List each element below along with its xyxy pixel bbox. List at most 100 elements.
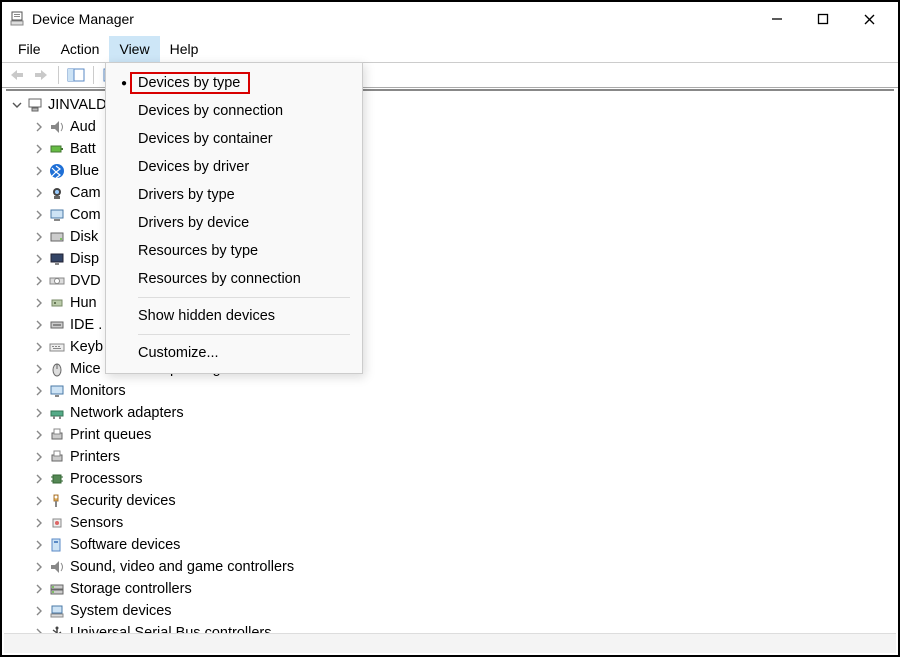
network-icon [48, 404, 66, 422]
tree-item-label: Com [70, 204, 101, 226]
system-icon [48, 602, 66, 620]
menu-separator [138, 334, 350, 335]
tree-item[interactable]: Security devices [10, 490, 894, 512]
expand-icon[interactable] [32, 182, 46, 204]
menu-bar: File Action View Help [2, 36, 898, 62]
mouse-icon [48, 360, 66, 378]
tree-item[interactable]: Printers [10, 446, 894, 468]
printqueue-icon [48, 426, 66, 444]
view-dropdown: ● Devices by type Devices by connection … [105, 62, 363, 374]
camera-icon [48, 184, 66, 202]
forward-button[interactable] [30, 64, 52, 86]
tree-item-label: Monitors [70, 380, 126, 402]
computer-root-icon [26, 96, 44, 114]
tree-item[interactable]: Sound, video and game controllers [10, 556, 894, 578]
expand-icon[interactable] [32, 204, 46, 226]
menu-devices-by-type[interactable]: ● Devices by type [106, 69, 362, 97]
sound-icon [48, 558, 66, 576]
display-icon [48, 250, 66, 268]
expand-icon[interactable] [32, 336, 46, 358]
vertical-scrollbar[interactable] [880, 92, 896, 631]
menu-drivers-by-device[interactable]: Drivers by device [106, 209, 362, 237]
tree-item[interactable]: Software devices [10, 534, 894, 556]
collapse-icon[interactable] [10, 94, 24, 116]
device-manager-icon [8, 10, 26, 28]
ide-icon [48, 316, 66, 334]
tree-item-label: Batt [70, 138, 96, 160]
tree-item[interactable]: Processors [10, 468, 894, 490]
menu-show-hidden[interactable]: Show hidden devices [106, 302, 362, 330]
software-icon [48, 536, 66, 554]
tree-item-label: Disp [70, 248, 99, 270]
expand-icon[interactable] [32, 380, 46, 402]
tree-item-label: Network adapters [70, 402, 184, 424]
computer-icon [48, 206, 66, 224]
expand-icon[interactable] [32, 468, 46, 490]
expand-icon[interactable] [32, 402, 46, 424]
expand-icon[interactable] [32, 292, 46, 314]
expand-icon[interactable] [32, 116, 46, 138]
menu-help[interactable]: Help [160, 36, 209, 62]
expand-icon[interactable] [32, 248, 46, 270]
expand-icon[interactable] [32, 578, 46, 600]
tree-item-label: Processors [70, 468, 143, 490]
minimize-button[interactable] [754, 2, 800, 36]
tree-item[interactable]: Monitors [10, 380, 894, 402]
bluetooth-icon [48, 162, 66, 180]
menu-devices-by-connection[interactable]: Devices by connection [106, 97, 362, 125]
tree-item[interactable]: Print queues [10, 424, 894, 446]
menu-resources-by-connection[interactable]: Resources by connection [106, 265, 362, 293]
disk-icon [48, 228, 66, 246]
toolbar-separator [58, 66, 59, 84]
tree-item[interactable]: Storage controllers [10, 578, 894, 600]
expand-icon[interactable] [32, 424, 46, 446]
menu-drivers-by-type[interactable]: Drivers by type [106, 181, 362, 209]
storage-icon [48, 580, 66, 598]
expand-icon[interactable] [32, 138, 46, 160]
menu-devices-by-driver[interactable]: Devices by driver [106, 153, 362, 181]
menu-file[interactable]: File [8, 36, 51, 62]
tree-item-label: System devices [70, 600, 172, 622]
back-button[interactable] [6, 64, 28, 86]
expand-icon[interactable] [32, 160, 46, 182]
tree-root-label: JINVALD [48, 94, 107, 116]
menu-devices-by-container[interactable]: Devices by container [106, 125, 362, 153]
expand-icon[interactable] [32, 512, 46, 534]
tree-item-label: Hun [70, 292, 97, 314]
expand-icon[interactable] [32, 446, 46, 468]
tree-item-label: Cam [70, 182, 101, 204]
expand-icon[interactable] [32, 556, 46, 578]
processor-icon [48, 470, 66, 488]
tree-item-label: Aud [70, 116, 96, 138]
tree-item-label: Sound, video and game controllers [70, 556, 294, 578]
tree-item-label: Printers [70, 446, 120, 468]
hid-icon [48, 294, 66, 312]
security-icon [48, 492, 66, 510]
close-button[interactable] [846, 2, 892, 36]
tree-item[interactable]: Sensors [10, 512, 894, 534]
expand-icon[interactable] [32, 358, 46, 380]
expand-icon[interactable] [32, 314, 46, 336]
expand-icon[interactable] [32, 270, 46, 292]
tree-item-label: Security devices [70, 490, 176, 512]
tree-item-label: DVD [70, 270, 101, 292]
menu-resources-by-type[interactable]: Resources by type [106, 237, 362, 265]
menu-customize[interactable]: Customize... [106, 339, 362, 367]
tree-item[interactable]: Network adapters [10, 402, 894, 424]
tree-item-label: IDE . [70, 314, 102, 336]
tree-item-label: Print queues [70, 424, 151, 446]
menu-view[interactable]: View [109, 36, 159, 62]
audio-icon [48, 118, 66, 136]
show-hide-tree-button[interactable] [65, 64, 87, 86]
expand-icon[interactable] [32, 226, 46, 248]
tree-item[interactable]: System devices [10, 600, 894, 622]
tree-item-label: Disk [70, 226, 98, 248]
sensor-icon [48, 514, 66, 532]
expand-icon[interactable] [32, 490, 46, 512]
expand-icon[interactable] [32, 600, 46, 622]
expand-icon[interactable] [32, 534, 46, 556]
menu-action[interactable]: Action [51, 36, 110, 62]
monitor-icon [48, 382, 66, 400]
status-bar [4, 633, 896, 653]
maximize-button[interactable] [800, 2, 846, 36]
